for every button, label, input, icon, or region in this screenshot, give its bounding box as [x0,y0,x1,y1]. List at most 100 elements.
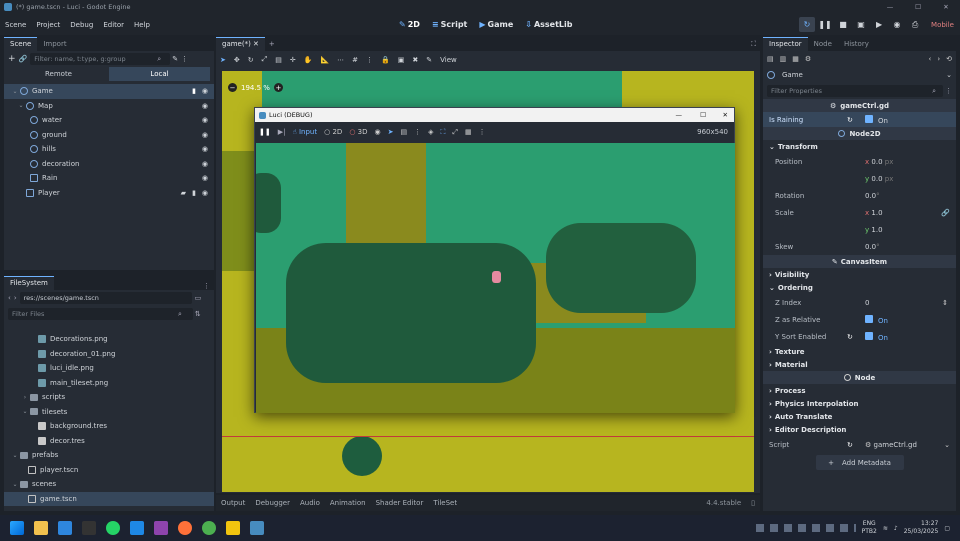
extra-icon[interactable]: ⚙ [805,55,811,63]
workspace-script[interactable]: ≡ Script [426,20,473,29]
stop-icon[interactable]: ■ [835,17,851,32]
renderer-select[interactable]: Mobile [925,21,960,29]
tab-animation[interactable]: Animation [325,499,371,507]
pan-tool-icon[interactable]: ✋ [304,56,313,64]
section-transform[interactable]: ⌄ Transform [763,140,956,153]
visibility-icon[interactable]: ◉ [202,116,208,124]
visibility-icon[interactable]: ◉ [375,128,381,136]
options-icon[interactable]: ⋮ [945,87,952,95]
tab-game-scene[interactable]: game(*) ✕ [216,37,265,51]
section-ordering[interactable]: ⌄ Ordering [763,281,956,294]
tree-node-hills[interactable]: hills ◉ [4,142,214,157]
pause-icon[interactable]: ❚❚ [259,128,271,136]
script-attached-icon[interactable]: ▮ [192,87,196,95]
zoom-out-icon[interactable]: − [228,83,237,92]
spinner-icon[interactable]: ⇕ [942,299,948,307]
prop-z-index[interactable]: Z Index 0 ⇕ [763,294,956,311]
file-item[interactable]: decor.tres [4,434,214,449]
link-icon[interactable]: 🔗 [19,55,28,63]
tab-history[interactable]: History [838,38,875,51]
history-back-icon[interactable]: ‹ [929,55,932,63]
snap-icon[interactable]: ⋯ [337,56,344,64]
visual-studio-icon[interactable] [154,521,168,535]
menu-debug[interactable]: Debug [65,21,98,29]
prop-y-sort[interactable]: Y Sort Enabled ↻ On [763,328,956,345]
file-item-selected[interactable]: game.tscn [4,491,214,506]
prop-skew[interactable]: Skew 0.0° [763,238,956,255]
move-tool-icon[interactable]: ✥ [234,56,240,64]
link-icon[interactable]: 🔗 [941,209,950,217]
revert-icon[interactable]: ↻ [847,116,853,124]
zoom-in-icon[interactable]: + [273,83,283,92]
visibility-icon[interactable]: ◉ [202,189,208,197]
file-item[interactable]: Decorations.png [4,332,214,347]
back-icon[interactable]: ‹ [8,294,11,302]
section-visibility[interactable]: › Visibility [763,268,956,281]
load-resource-icon[interactable]: ▥ [780,55,787,63]
pause-icon[interactable]: ❚❚ [817,17,833,32]
section-material[interactable]: › Material [763,358,956,371]
dev-app-icon[interactable] [58,521,72,535]
pivot-tool-icon[interactable]: ✛ [290,56,296,64]
scene-filter-input[interactable]: Filter: name, t:type, g:group [30,53,171,65]
save-icon[interactable]: ▦ [792,55,799,63]
tree-node-ground[interactable]: ground ◉ [4,128,214,143]
more-icon[interactable]: ⋮ [414,128,421,136]
folder-item[interactable]: ⌄ prefabs [4,448,214,463]
notes-icon[interactable] [226,521,240,535]
minimize-button[interactable]: — [876,0,904,14]
tab-debugger[interactable]: Debugger [250,499,295,507]
visibility-icon[interactable]: ◉ [202,102,208,110]
group-icon[interactable]: ▣ [398,56,405,64]
tab-inspector[interactable]: Inspector [763,37,808,51]
close-button[interactable]: ✕ [932,0,960,14]
mode-2d-toggle[interactable]: ○ 2D [324,128,342,136]
wifi-icon[interactable]: ≋ [883,525,888,532]
fullscreen-icon[interactable]: ⛶ [751,38,756,51]
file-item[interactable]: player.tscn [4,463,214,478]
section-process[interactable]: › Process [763,384,956,397]
prop-is-raining[interactable]: Is Raining ↻ On [763,112,956,127]
mode-3d-toggle[interactable]: ○ 3D [349,128,367,136]
tree-node-map[interactable]: ⌄ Map ◉ [4,99,214,114]
more-icon[interactable]: ⋮ [479,128,486,136]
scale-tool-icon[interactable]: ⤢ [262,55,268,64]
prop-position[interactable]: Position x 0.0 px [763,153,956,170]
tray-icons[interactable] [755,524,856,532]
lock-icon[interactable]: 🔒 [381,56,390,64]
layout-icon[interactable]: ▯ [746,499,760,507]
tab-scene[interactable]: Scene [4,37,38,51]
chevron-down-icon[interactable]: ⌄ [944,441,950,449]
folder-item[interactable]: ⌄ tilesets [4,405,214,420]
input-toggle[interactable]: ☝ Input [292,128,317,136]
brush-icon[interactable]: ✎ [426,56,432,64]
view-menu[interactable]: View [440,56,457,64]
section-editor-description[interactable]: › Editor Description [763,423,956,436]
rotate-tool-icon[interactable]: ↻ [248,56,254,64]
step-icon[interactable]: ▶| [278,128,286,136]
prop-script[interactable]: Script ↻ ⚙ gameCtrl.gd ⌄ [763,436,956,453]
tab-node[interactable]: Node [808,38,838,51]
clapper-icon[interactable]: ▰ [181,189,186,197]
folder-item[interactable]: ⌄ scenes [4,477,214,492]
workspace-game[interactable]: ▶ Game [473,20,519,29]
more-icon[interactable]: ⋮ [366,56,373,64]
file-filter-input[interactable]: Filter Files [8,308,193,320]
visibility-icon[interactable]: ◉ [202,87,208,95]
ruler-tool-icon[interactable]: 📐 [320,56,329,64]
prop-scale-y[interactable]: y 1.0 [763,221,956,238]
terminal-icon[interactable] [82,521,96,535]
explorer-icon[interactable] [34,521,48,535]
vscode-icon[interactable] [130,521,144,535]
fit-icon[interactable]: ⛶ [441,128,446,137]
whatsapp-icon[interactable] [106,521,120,535]
godot-taskbar-icon[interactable] [250,521,264,535]
zoom-level[interactable]: 194.5 % [241,84,270,92]
movie-icon[interactable]: ◉ [889,17,905,32]
run-scene-icon[interactable]: ▣ [853,17,869,32]
tab-shader-editor[interactable]: Shader Editor [371,499,429,507]
notification-icon[interactable]: ▢ [944,525,950,532]
visibility-icon[interactable]: ◉ [202,174,208,182]
tree-node-player[interactable]: Player ◉ ▰ ▮ [4,186,214,201]
file-item[interactable]: decoration_01.png [4,347,214,362]
